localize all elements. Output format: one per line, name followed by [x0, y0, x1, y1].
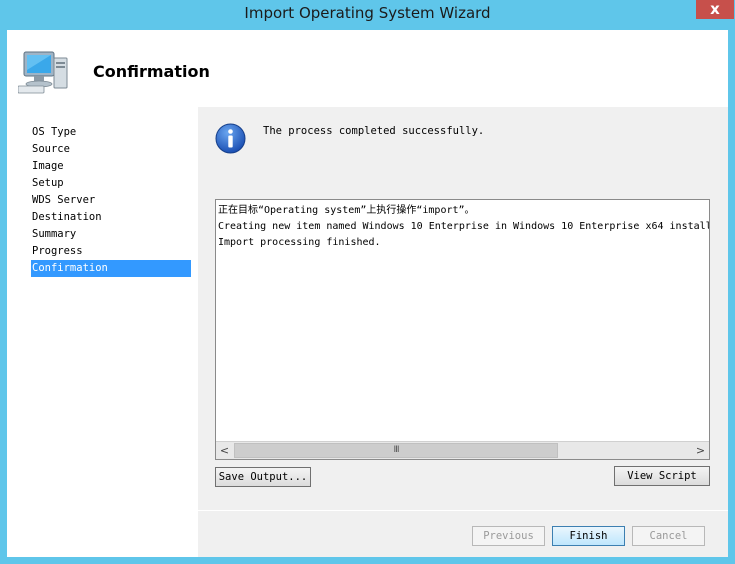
scroll-right-icon[interactable]: > [692, 442, 709, 459]
nav-item-os-type[interactable]: OS Type [31, 124, 191, 141]
save-output-button[interactable]: Save Output... [215, 467, 311, 487]
scroll-left-icon[interactable]: < [216, 442, 233, 459]
nav-item-wds-server[interactable]: WDS Server [31, 192, 191, 209]
output-textbox[interactable]: 正在目标“Operating system”上执行操作“import”。 Cre… [215, 199, 710, 460]
nav-item-image[interactable]: Image [31, 158, 191, 175]
status-message: The process completed successfully. [263, 125, 485, 137]
previous-button[interactable]: Previous [472, 526, 545, 546]
cancel-button[interactable]: Cancel [632, 526, 705, 546]
nav-item-source[interactable]: Source [31, 141, 191, 158]
computer-icon [18, 51, 68, 94]
wizard-window: Confirmation OS Type Source Image Setup … [7, 30, 728, 557]
window-title: Import Operating System Wizard [244, 4, 491, 22]
divider [198, 510, 728, 511]
nav-item-summary[interactable]: Summary [31, 226, 191, 243]
grip-icon: III [393, 445, 400, 455]
wizard-header: Confirmation [7, 30, 728, 107]
title-bar: Import Operating System Wizard x [0, 0, 735, 30]
output-line: 正在目标“Operating system”上执行操作“import”。 [218, 205, 475, 216]
output-text: 正在目标“Operating system”上执行操作“import”。 Cre… [218, 203, 709, 251]
wizard-content: The process completed successfully. 正在目标… [198, 107, 728, 557]
close-button[interactable]: x [696, 0, 734, 19]
nav-item-progress[interactable]: Progress [31, 243, 191, 260]
nav-item-destination[interactable]: Destination [31, 209, 191, 226]
page-title: Confirmation [93, 62, 210, 81]
horizontal-scrollbar[interactable]: < III > [216, 441, 709, 459]
output-line: Import processing finished. [218, 237, 381, 248]
output-line: Creating new item named Windows 10 Enter… [218, 221, 709, 232]
close-icon: x [710, 0, 720, 18]
nav-item-confirmation[interactable]: Confirmation [31, 260, 191, 277]
info-icon [215, 123, 246, 154]
finish-button[interactable]: Finish [552, 526, 625, 546]
view-script-button[interactable]: View Script [614, 466, 710, 486]
scroll-thumb[interactable]: III [234, 443, 558, 458]
wizard-nav: OS Type Source Image Setup WDS Server De… [7, 107, 198, 557]
nav-item-setup[interactable]: Setup [31, 175, 191, 192]
